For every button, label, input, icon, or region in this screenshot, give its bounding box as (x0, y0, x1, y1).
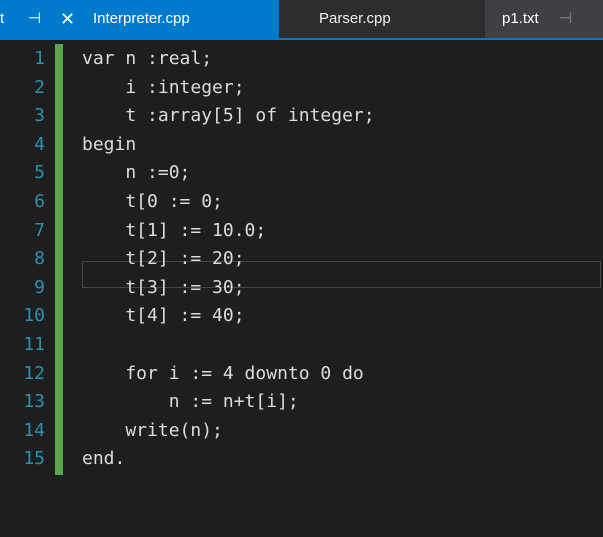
code-text[interactable]: t[2] := 20; (82, 245, 244, 273)
line-number: 13 (23, 391, 45, 413)
line-number: 2 (34, 76, 45, 98)
code-line[interactable]: 11 (0, 331, 603, 359)
line-number: 3 (34, 105, 45, 127)
tab-interpreter-cpp[interactable]: t ⊣ ✕ Interpreter.cpp (0, 0, 279, 38)
code-text[interactable]: var n :real; (82, 45, 212, 73)
tab-parser-cpp[interactable]: Parser.cpp (279, 0, 485, 38)
code-line[interactable]: 7 t[1] := 10.0; (0, 217, 603, 245)
tab-label: Parser.cpp (319, 10, 391, 27)
tab-label: Interpreter.cpp (93, 10, 190, 27)
code-text[interactable]: i :integer; (82, 74, 244, 102)
code-line[interactable]: 13 n := n+t[i]; (0, 388, 603, 416)
line-number: 6 (34, 191, 45, 212)
tab-label: p1.txt (502, 10, 539, 27)
code-line[interactable]: 5 n :=0; (0, 159, 603, 187)
line-number: 5 (34, 162, 45, 184)
code-line[interactable]: 8 t[2] := 20; (0, 245, 603, 273)
code-line[interactable]: 4 begin (0, 131, 603, 159)
pin-icon[interactable]: ⊣ (559, 0, 572, 38)
code-text[interactable]: t[1] := 10.0; (82, 217, 266, 245)
partial-tab-label[interactable]: t (0, 0, 4, 38)
code-line[interactable]: 6 t[0 := 0; (0, 188, 603, 216)
tab-p1-txt[interactable]: p1.txt ⊣ (485, 0, 603, 38)
code-line[interactable]: 2 i :integer; (0, 74, 603, 102)
line-number: 7 (34, 219, 45, 241)
line-number: 1 (34, 48, 45, 69)
line-number: 10 (23, 305, 45, 327)
pin-icon[interactable]: ⊣ (28, 0, 41, 38)
code-text[interactable]: t[0 := 0; (82, 188, 223, 216)
code-text[interactable]: end. (82, 445, 125, 473)
code-text[interactable]: t :array[5] of integer; (82, 102, 374, 130)
code-text[interactable]: write(n); (82, 417, 223, 445)
line-number: 12 (23, 362, 45, 384)
code-line[interactable]: 12 for i := 4 downto 0 do (0, 360, 603, 388)
code-text[interactable]: begin (82, 131, 136, 159)
editor-window: t ⊣ ✕ Interpreter.cpp Parser.cpp p1.txt … (0, 0, 603, 537)
line-number: 8 (34, 248, 45, 270)
line-number: 9 (34, 276, 45, 298)
code-text[interactable]: t[4] := 40; (82, 302, 244, 330)
tab-bar: t ⊣ ✕ Interpreter.cpp Parser.cpp p1.txt … (0, 0, 603, 40)
line-number: 4 (34, 133, 45, 155)
code-text[interactable]: n := n+t[i]; (82, 388, 299, 416)
code-text[interactable]: n :=0; (82, 159, 190, 187)
code-line[interactable]: 15 end. (0, 445, 603, 473)
code-text[interactable]: t[3] := 30; (82, 274, 244, 302)
code-line[interactable]: 9 t[3] := 30; (0, 274, 603, 302)
code-line[interactable]: 10 t[4] := 40; (0, 302, 603, 330)
code-line[interactable]: 14 write(n); (0, 417, 603, 445)
close-icon[interactable]: ✕ (60, 0, 75, 38)
line-number: 15 (23, 448, 45, 470)
code-text[interactable]: for i := 4 downto 0 do (82, 360, 363, 388)
code-line[interactable]: 1 var n :real; (0, 45, 603, 73)
code-line[interactable]: 3 t :array[5] of integer; (0, 102, 603, 130)
line-number: 11 (23, 334, 45, 355)
line-number: 14 (23, 419, 45, 441)
code-editor[interactable]: 1 var n :real; 2 i :integer; 3 t :array[5] … (0, 40, 603, 537)
